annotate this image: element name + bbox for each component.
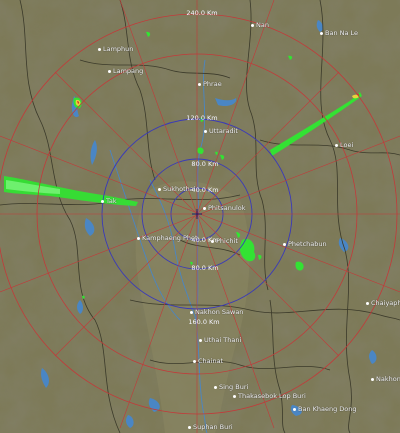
map-canvas: [0, 0, 400, 433]
city-label: Sing Buri: [214, 383, 248, 391]
ring-label-80km: 80.0 Km: [191, 160, 219, 168]
city-dot-icon: [366, 301, 369, 305]
city-label: Sukhothai: [158, 185, 196, 193]
city-label: Nakhon Sawan: [190, 308, 243, 316]
city-dot-icon: [108, 69, 111, 73]
city-dot-icon: [204, 129, 207, 133]
city-label: Chainat: [193, 357, 223, 365]
city-dot-icon: [203, 206, 206, 210]
city-label: Phitsanulok: [203, 204, 246, 212]
city-dot-icon: [283, 242, 286, 246]
city-label: Lampang: [108, 67, 143, 75]
city-label: Ban Khaeng Dong: [293, 405, 357, 413]
city-dot-icon: [98, 47, 101, 51]
ring-label-160km-south: 160.0 Km: [188, 318, 220, 326]
ring-label-240km: 240.0 Km: [186, 9, 218, 17]
city-label: Phrae: [198, 80, 222, 88]
city-dot-icon: [188, 425, 191, 429]
city-dot-icon: [214, 385, 217, 389]
city-dot-icon: [335, 143, 338, 147]
city-dot-icon: [137, 236, 140, 240]
city-label: Phichit: [211, 237, 238, 245]
city-dot-icon: [199, 338, 202, 342]
city-dot-icon: [101, 199, 104, 203]
city-dot-icon: [158, 187, 161, 191]
city-label: Nan: [251, 21, 269, 29]
city-dot-icon: [190, 310, 193, 314]
radar-map: 240.0 Km 120.0 Km 80.0 Km 40.0 Km 40.0 K…: [0, 0, 400, 433]
city-dot-icon: [193, 359, 196, 363]
city-label: Chaiyaphum: [366, 299, 400, 307]
city-label: Thakasebok Lop Buri: [233, 392, 306, 400]
city-label: Suphan Buri: [188, 423, 233, 431]
city-dot-icon: [293, 407, 296, 411]
city-label: Loei: [335, 141, 353, 149]
city-dot-icon: [198, 82, 201, 86]
ring-label-120km: 120.0 Km: [186, 114, 218, 122]
city-label: Ban Na Le: [320, 29, 358, 37]
ring-label-80km-south: 80.0 Km: [191, 264, 219, 272]
city-label: Tak: [101, 197, 117, 205]
city-label: Uttaradit: [204, 127, 238, 135]
city-label: Nakhon Ras: [371, 375, 400, 383]
city-dot-icon: [233, 394, 236, 398]
city-dot-icon: [371, 377, 374, 381]
city-label: Lamphun: [98, 45, 133, 53]
city-dot-icon: [211, 239, 214, 243]
city-label: Kamphaeng Phet: [137, 234, 198, 242]
city-label: Uthai Thani: [199, 336, 241, 344]
city-dot-icon: [251, 23, 254, 27]
city-label: Phetchabun: [283, 240, 327, 248]
city-dot-icon: [320, 31, 323, 35]
